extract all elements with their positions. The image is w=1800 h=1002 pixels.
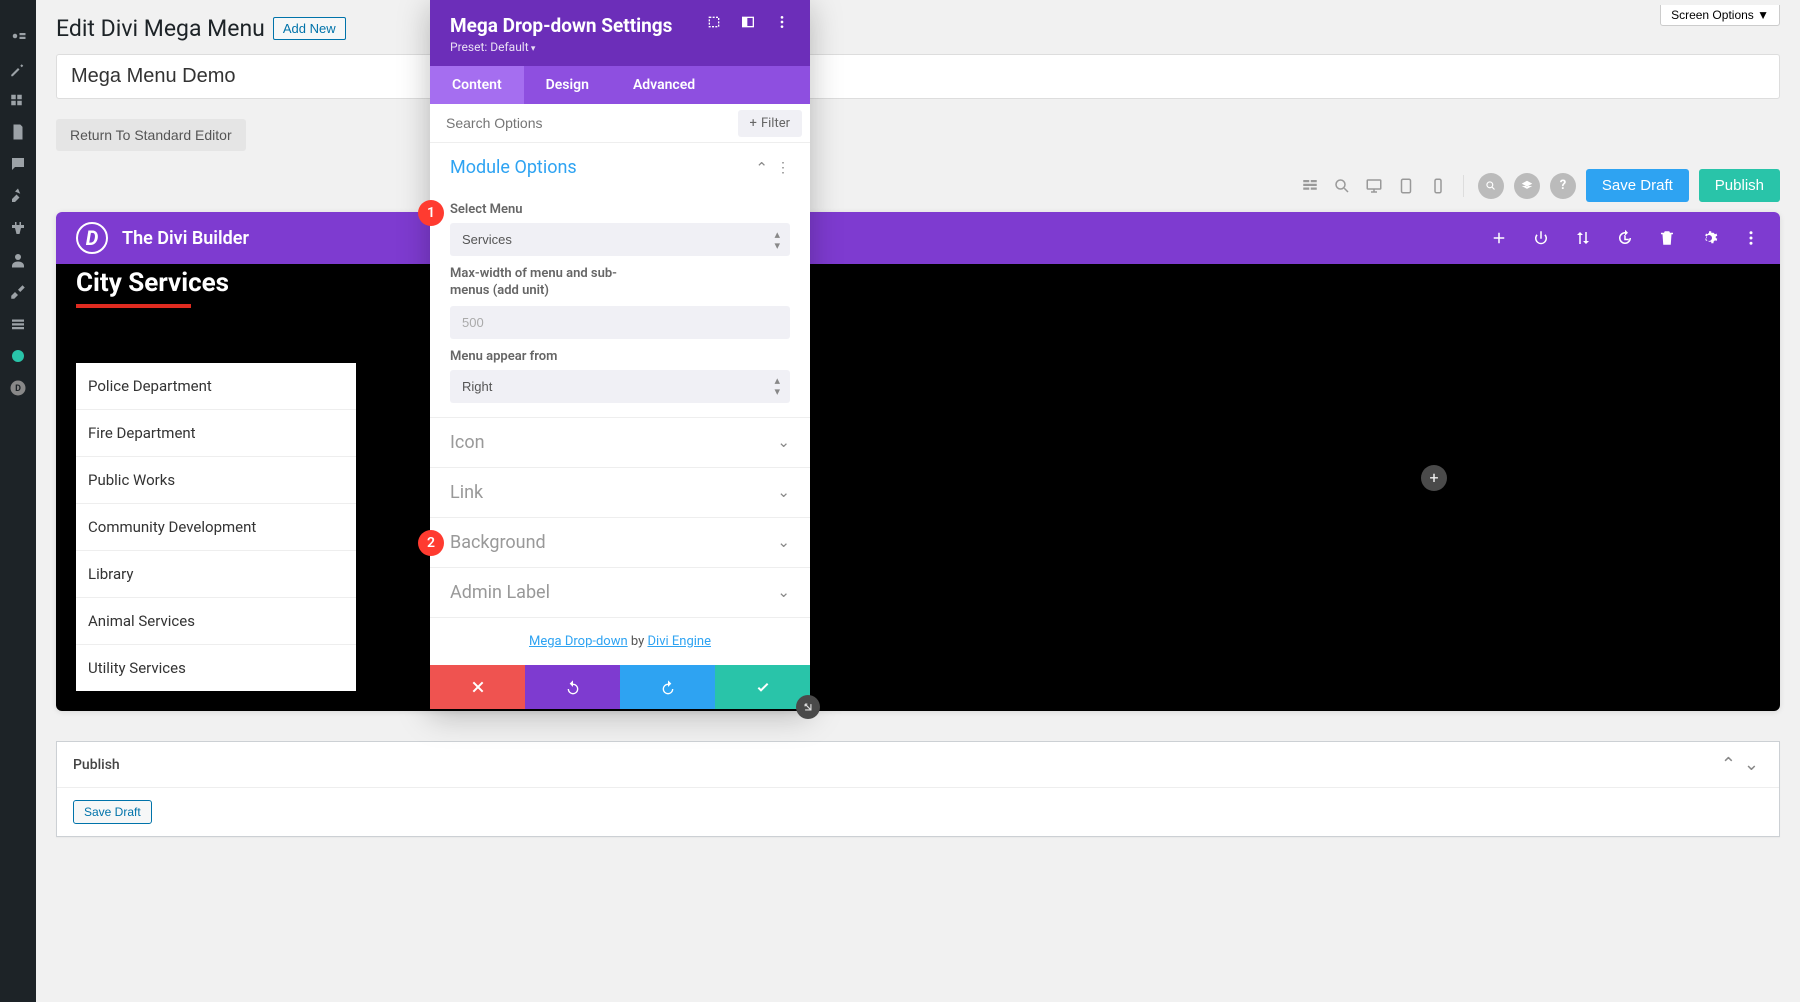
menu-item[interactable]: Police Department	[76, 363, 356, 410]
section-link[interactable]: Link⌄	[450, 482, 790, 503]
heading-underline	[76, 304, 191, 308]
select-menu-dropdown[interactable]: Services	[450, 223, 790, 256]
menu-item[interactable]: Community Development	[76, 504, 356, 551]
wp-dashboard-icon[interactable]	[0, 20, 36, 52]
caret-down-icon[interactable]: ⌄	[1740, 754, 1763, 775]
section-more-icon[interactable]: ⋮	[776, 160, 790, 176]
post-title-input[interactable]	[56, 54, 1780, 99]
panel-redo-button[interactable]	[620, 665, 715, 709]
publish-metabox: Publish ⌃ ⌄ Save Draft	[56, 741, 1780, 837]
chevron-down-icon: ⌄	[777, 483, 790, 501]
wp-d-icon[interactable]: D	[0, 372, 36, 404]
publish-box-title: Publish	[73, 757, 120, 773]
wp-divi-icon[interactable]	[0, 340, 36, 372]
section-module-options[interactable]: Module Options ⌃ ⋮	[450, 157, 790, 178]
panel-cancel-button[interactable]	[430, 665, 525, 709]
divi-logo-icon: D	[76, 222, 108, 254]
chevron-down-icon: ⌄	[777, 533, 790, 551]
menu-item[interactable]: Utility Services	[76, 645, 356, 691]
max-width-label: Max-width of menu and sub-menus (add uni…	[450, 266, 620, 300]
wp-pages-icon[interactable]	[0, 116, 36, 148]
builder-header: D The Divi Builder	[56, 212, 1780, 264]
metabox-save-draft-button[interactable]: Save Draft	[73, 800, 152, 824]
panel-expand-icon[interactable]	[706, 14, 722, 30]
section-icon[interactable]: Icon⌄	[450, 432, 790, 453]
menu-appear-label: Menu appear from	[450, 349, 790, 364]
return-standard-editor-button[interactable]: Return To Standard Editor	[56, 119, 246, 151]
svg-text:D: D	[15, 384, 21, 394]
panel-more-icon[interactable]	[774, 14, 790, 30]
wp-settings-icon[interactable]	[0, 308, 36, 340]
max-width-input[interactable]	[450, 306, 790, 339]
wp-admin-sidebar: D	[0, 0, 36, 1002]
add-new-button[interactable]: Add New	[273, 17, 346, 40]
builder-history-icon[interactable]	[1616, 229, 1634, 247]
caret-up-icon[interactable]: ⌃	[1717, 754, 1740, 775]
chevron-down-icon: ⌄	[777, 433, 790, 451]
city-services-heading: City Services	[76, 268, 376, 298]
panel-undo-button[interactable]	[525, 665, 620, 709]
byline-link-author[interactable]: Divi Engine	[648, 634, 711, 649]
menu-card: Police Department Fire Department Public…	[76, 363, 356, 691]
help-circle-icon[interactable]: ?	[1550, 173, 1576, 199]
menu-item[interactable]: Fire Department	[76, 410, 356, 457]
builder-canvas: City Services Police Department Fire Dep…	[56, 264, 1780, 711]
section-background[interactable]: Background⌄	[450, 532, 790, 553]
builder-more-icon[interactable]	[1742, 229, 1760, 247]
wireframe-icon[interactable]	[1299, 175, 1321, 197]
wp-appearance-icon[interactable]	[0, 180, 36, 212]
chevron-up-icon: ⌃	[755, 159, 768, 177]
wp-posts-icon[interactable]	[0, 52, 36, 84]
layers-circle-icon[interactable]	[1514, 173, 1540, 199]
menu-item[interactable]: Animal Services	[76, 598, 356, 645]
toolbar-divider	[1463, 175, 1464, 197]
wp-tools-icon[interactable]	[0, 276, 36, 308]
tab-advanced[interactable]: Advanced	[611, 66, 717, 104]
panel-dock-icon[interactable]	[740, 14, 756, 30]
builder-delete-icon[interactable]	[1658, 229, 1676, 247]
panel-search-input[interactable]	[430, 104, 738, 142]
publish-button[interactable]: Publish	[1699, 169, 1780, 202]
settings-panel: Mega Drop-down Settings Preset: Default …	[430, 0, 810, 709]
add-module-button[interactable]: +	[1421, 465, 1447, 491]
wp-comments-icon[interactable]	[0, 148, 36, 180]
builder-add-icon[interactable]	[1490, 229, 1508, 247]
tab-content[interactable]: Content	[430, 66, 524, 104]
select-menu-label: Select Menu	[450, 202, 790, 217]
chevron-down-icon: ⌄	[777, 583, 790, 601]
panel-byline: Mega Drop-down by Divi Engine	[430, 618, 810, 665]
save-draft-button[interactable]: Save Draft	[1586, 169, 1689, 202]
wp-users-icon[interactable]	[0, 244, 36, 276]
byline-link-module[interactable]: Mega Drop-down	[529, 634, 628, 649]
zoom-icon[interactable]	[1331, 175, 1353, 197]
search-circle-icon[interactable]	[1478, 173, 1504, 199]
builder-sort-icon[interactable]	[1574, 229, 1592, 247]
builder-settings-icon[interactable]	[1700, 229, 1718, 247]
menu-appear-dropdown[interactable]: Right	[450, 370, 790, 403]
wp-media-icon[interactable]	[0, 84, 36, 116]
tab-design[interactable]: Design	[524, 66, 611, 104]
annotation-badge-2: 2	[418, 530, 444, 556]
panel-resize-handle[interactable]	[796, 695, 820, 719]
menu-item[interactable]: Public Works	[76, 457, 356, 504]
phone-icon[interactable]	[1427, 175, 1449, 197]
panel-title: Mega Drop-down Settings	[450, 14, 706, 37]
builder-area: D The Divi Builder City Services Police …	[56, 212, 1780, 711]
annotation-badge-1: 1	[418, 200, 444, 226]
section-admin-label[interactable]: Admin Label⌄	[450, 582, 790, 603]
menu-item[interactable]: Library	[76, 551, 356, 598]
builder-power-icon[interactable]	[1532, 229, 1550, 247]
screen-options-button[interactable]: Screen Options ▼	[1660, 5, 1780, 26]
panel-filter-button[interactable]: +Filter	[738, 110, 802, 137]
wp-plugins-icon[interactable]	[0, 212, 36, 244]
page-title: Edit Divi Mega Menu	[56, 15, 265, 42]
panel-preset-selector[interactable]: Preset: Default	[450, 40, 706, 54]
desktop-icon[interactable]	[1363, 175, 1385, 197]
tablet-icon[interactable]	[1395, 175, 1417, 197]
